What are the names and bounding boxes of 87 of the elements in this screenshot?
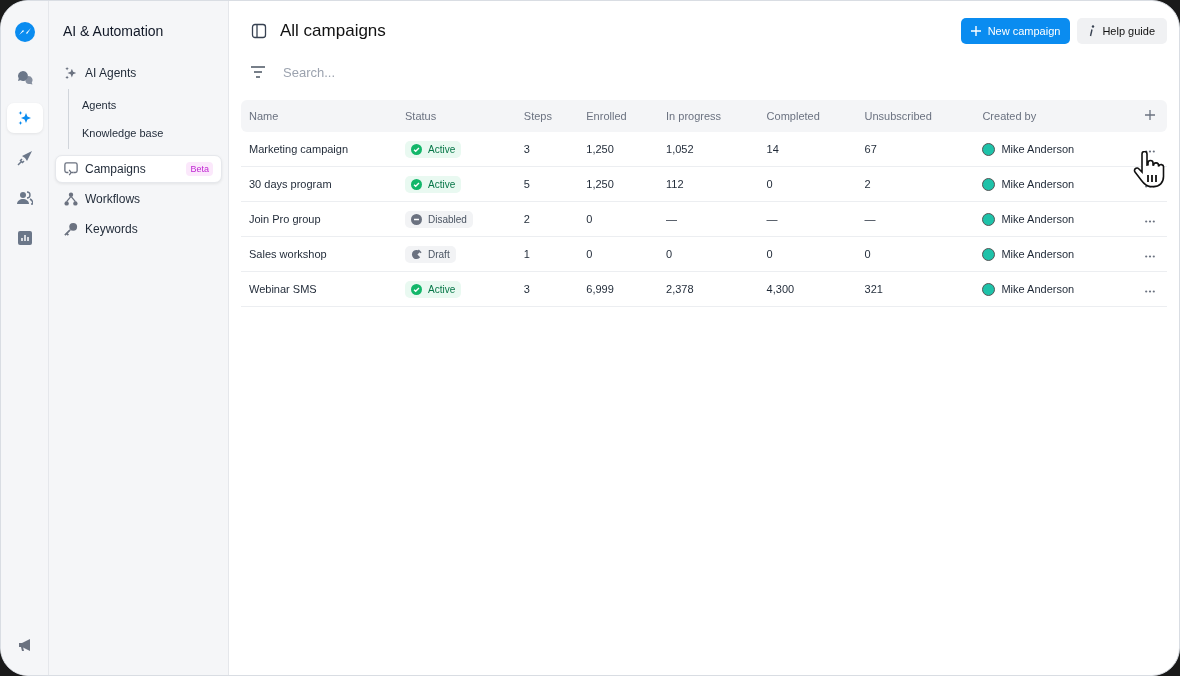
avatar: [982, 282, 996, 296]
sidebar-title: AI & Automation: [62, 23, 165, 41]
draft-icon: [411, 248, 422, 260]
table-cell: Join Pro group: [241, 201, 397, 237]
status-badge: Active: [405, 175, 462, 193]
filter-icon[interactable]: [251, 66, 265, 78]
chart-icon: [16, 230, 33, 246]
creator-name: Mike Anderson: [1001, 213, 1075, 225]
rail-button[interactable]: [6, 103, 43, 133]
table-cell: 321: [856, 271, 975, 307]
page-title: All campaigns: [280, 21, 386, 41]
table-cell: 112: [658, 166, 759, 202]
avatar: [982, 142, 996, 156]
creator-name: Mike Anderson: [1001, 248, 1075, 260]
sidebar-subitem[interactable]: Knowledge base: [82, 119, 222, 147]
table-cell: 14: [758, 132, 857, 167]
table-cell: —: [658, 201, 759, 237]
table-cell: 2,378: [658, 271, 759, 307]
info-icon: [1089, 25, 1096, 37]
column-header: Created by: [974, 100, 1127, 132]
column-header: Status: [397, 100, 516, 132]
sparkle-icon: [64, 65, 78, 81]
megaphone-icon[interactable]: [16, 637, 33, 653]
table-cell: 30 days program: [241, 166, 397, 202]
table-cell: Webinar SMS: [241, 271, 397, 307]
table-cell: 3: [515, 271, 579, 307]
check-circle-icon: [411, 283, 422, 295]
status-badge: Draft: [405, 245, 456, 263]
column-header: Enrolled: [578, 100, 659, 132]
add-column-icon[interactable]: [1145, 110, 1155, 120]
avatar: [982, 177, 996, 191]
table-cell: 0: [578, 201, 659, 237]
table-cell: —: [758, 201, 857, 237]
beta-badge: Beta: [186, 162, 213, 176]
table-cell: 0: [658, 236, 759, 272]
table-cell: Sales workshop: [241, 236, 397, 272]
chat-icon: [16, 70, 33, 86]
status-badge: Active: [405, 280, 462, 298]
table-cell: 2: [856, 166, 975, 202]
users-icon: [16, 190, 33, 206]
hand-cursor-icon: [1133, 151, 1165, 189]
plus-icon: [970, 26, 981, 36]
table-cell: 6,999: [578, 271, 659, 307]
table-cell: Marketing campaign: [241, 132, 397, 167]
check-circle-icon: [411, 178, 422, 190]
table-cell: 0: [758, 236, 857, 272]
column-header: In progress: [658, 100, 759, 132]
sidebar-item[interactable]: Campaigns Beta: [55, 155, 222, 183]
table-cell: 1,250: [578, 132, 659, 167]
search-field[interactable]: Search...: [281, 63, 585, 81]
paper-plane-icon: [16, 150, 33, 166]
table-cell: 1: [515, 236, 579, 272]
creator-name: Mike Anderson: [1001, 178, 1075, 190]
sidebar-toggle-icon[interactable]: [251, 23, 267, 39]
logo-icon: [13, 21, 36, 43]
table-cell: —: [856, 201, 975, 237]
status-badge: Active: [405, 140, 462, 158]
creator-name: Mike Anderson: [1001, 283, 1075, 295]
minus-circle-icon: [411, 213, 422, 225]
monitor-icon: [64, 162, 78, 176]
table-cell: 4,300: [758, 271, 857, 307]
avatar: [982, 247, 996, 261]
status-badge: Disabled: [405, 210, 473, 228]
avatar: [982, 212, 996, 226]
more-icon[interactable]: [1145, 150, 1155, 153]
table-cell: 1,052: [658, 132, 759, 167]
table-cell: 1,250: [578, 166, 659, 202]
column-header: Completed: [758, 100, 857, 132]
check-circle-icon: [411, 143, 422, 155]
table-cell: 0: [856, 236, 975, 272]
table-cell: 67: [856, 132, 975, 167]
help-guide-button[interactable]: Help guide: [1077, 18, 1167, 44]
table-cell: 3: [515, 132, 579, 167]
table-cell: 5: [515, 166, 579, 202]
sidebar-item[interactable]: Workflows: [55, 185, 222, 213]
key-icon: [64, 222, 78, 236]
creator-name: Mike Anderson: [1001, 143, 1075, 155]
column-header: Unsubscribed: [856, 100, 975, 132]
sidebar-subitem[interactable]: Agents: [82, 91, 222, 119]
table-cell: 0: [758, 166, 857, 202]
column-header: Steps: [515, 100, 579, 132]
table-cell: 0: [578, 236, 659, 272]
workflow-icon: [64, 192, 78, 206]
sidebar-item[interactable]: Keywords: [55, 215, 222, 243]
table-cell: 2: [515, 201, 579, 237]
column-header: Name: [241, 100, 397, 132]
sidebar-item[interactable]: AI Agents: [55, 59, 222, 87]
